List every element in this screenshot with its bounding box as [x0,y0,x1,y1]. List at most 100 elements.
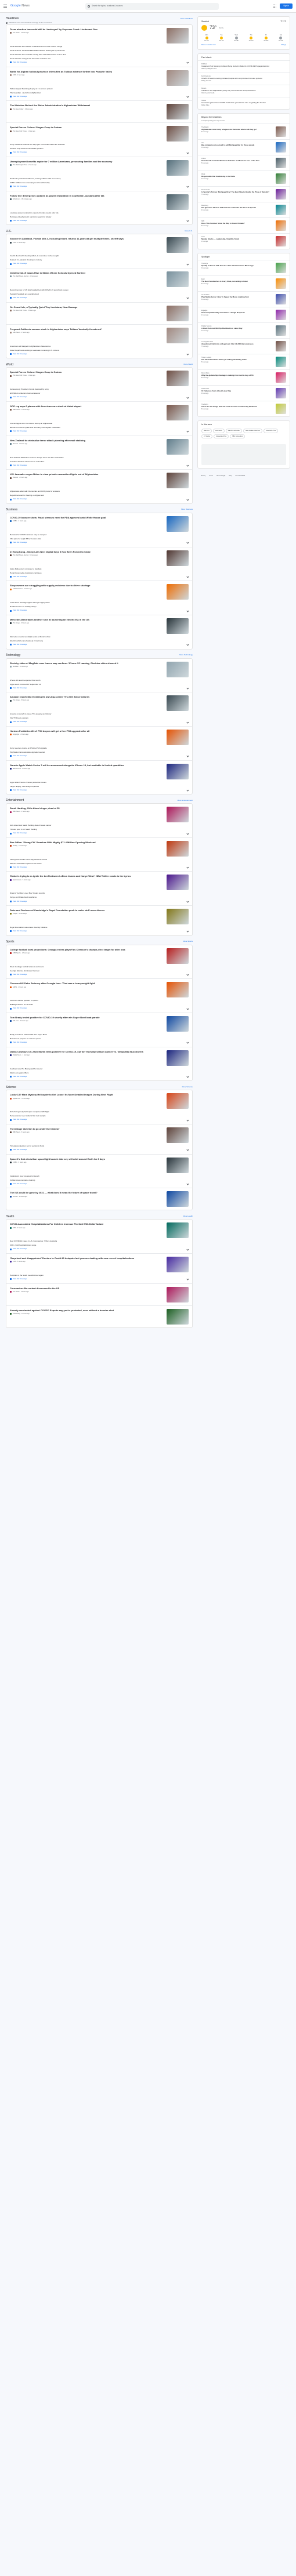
story-thumbnail[interactable] [167,948,189,964]
story-thumbnail[interactable] [167,1191,189,1207]
spotlight-item[interactable]: Smithsonian 10 Fabulous Facts About Labor… [198,384,290,401]
lead-story[interactable]: Already vaccinated against COVID? Expert… [10,1308,189,1325]
related-story[interactable]: Perseverance rover collects first rock s… [10,1115,189,1117]
chevron-down-icon[interactable] [186,789,189,792]
related-story[interactable]: CDC: child hospitalizations surge [10,1244,189,1246]
story-thumbnail[interactable] [167,840,189,857]
chevron-down-icon[interactable] [186,609,189,612]
full-coverage-link[interactable]: View Full Coverage [10,464,27,467]
related-story[interactable]: 'Shang-Chi' breaks Labor Day weekend rec… [10,858,189,861]
story-thumbnail[interactable] [167,28,189,43]
related-story[interactable]: NASA's Ingenuity helicopter completes 12… [10,1111,189,1113]
section-more-link[interactable]: More Entertainment [178,799,193,802]
chevron-down-icon[interactable] [186,866,189,869]
chevron-down-icon[interactable] [186,575,189,578]
chevron-down-icon[interactable] [186,95,189,98]
spotlight-item[interactable]: Engadget How Computationally Constant Is … [198,306,290,322]
beyond-headlines-item[interactable]: Axios Nubyle Stocks — Leadership, Volatil… [198,233,290,249]
story-thumbnail[interactable] [167,126,189,142]
related-story[interactable]: State Department working to evacuate rem… [10,349,189,351]
related-story[interactable]: Boosters for COVID vaccines may be delay… [10,534,189,536]
story-headline[interactable]: New Zealand to criminalize terror attack… [10,439,163,442]
lead-story[interactable]: Special Forces Colonel Stages Coup in Gu… [10,126,189,142]
beyond-headlines-item[interactable]: Wired Responsible that fundraising is for… [198,170,290,186]
beyond-headlines-item[interactable]: Politico How the US created a Worker in K… [198,155,290,170]
related-story[interactable]: Record number of US kids hospitalized wi… [10,289,189,291]
weather-change-link[interactable]: Change [281,44,286,46]
footer-link[interactable]: Privacy [201,475,205,477]
local-chip[interactable]: Greenwich Time [263,429,279,433]
related-story[interactable]: Bulldogs hold on for 10-3 win [10,1003,189,1006]
full-coverage-link[interactable]: View Full Coverage [10,219,27,222]
lead-story[interactable]: Shooter in Lakeland, Florida kills 4, in… [10,237,189,253]
related-story[interactable]: Charter flights with US citizens held up… [10,422,189,425]
lead-story[interactable]: Child Covid-19 Cases Rise in States Wher… [10,271,189,287]
lead-story[interactable]: Coronavirus Mu variant discovered in the… [10,1286,189,1302]
section-title[interactable]: U.S. [6,230,12,234]
story-thumbnail[interactable] [167,875,189,891]
related-story[interactable]: Apple event rumored for September 14 [10,683,189,685]
local-chip[interactable]: NBC Connecticut [230,434,246,438]
related-story[interactable]: Cowboys lose Pro Bowl guard for opener [10,1068,189,1070]
related-story[interactable]: Pandemic jobless benefits end, leaving m… [10,177,189,180]
related-story[interactable]: Texas Tribune: Texas Heartbeat Bill coul… [10,49,189,52]
story-thumbnail[interactable] [167,237,189,253]
related-story[interactable]: Civilian crew completes training [10,1179,189,1181]
section-more-link[interactable]: More U.S. [185,230,193,233]
lead-story[interactable]: 'Drake is trying to re-ignite the beef b… [10,875,189,891]
related-story[interactable]: Taliban appeal Resisting deeply at it to… [10,88,189,90]
story-headline[interactable]: Unemployment benefits expire for 7 milli… [10,160,163,163]
fact-check-item[interactable]: Reuters Is Biden's new Afghanistan policy… [198,85,290,97]
story-headline[interactable]: Already vaccinated against COVID? Expert… [10,1309,163,1312]
spotlight-item[interactable]: Ars Technica Plex Media Server: How To Sp… [198,291,290,307]
full-coverage-link[interactable]: View Full Coverage [10,61,27,64]
related-story[interactable]: Marvel's first Asian superhero film soar… [10,862,189,865]
lead-story[interactable]: Battle for Afghan holdout province inten… [10,70,189,86]
lead-story[interactable]: Tom Brady tested positive for COVID-19 s… [10,1016,189,1032]
related-story[interactable]: Georgia defense dominates Clemson [10,970,189,972]
chevron-down-icon[interactable] [186,1119,189,1122]
related-story[interactable]: Texas abortion law clashed in dissenters… [10,45,189,48]
local-chip[interactable]: Local news [212,429,225,433]
story-headline[interactable]: Clemson HC Dabo Swinney after Georgia lo… [10,982,163,985]
chevron-down-icon[interactable] [186,541,189,544]
story-headline[interactable]: Horizon Forbidden West' PS4 buyers will … [10,730,163,732]
full-coverage-link[interactable]: View Full Coverage [10,263,27,265]
related-story[interactable]: Americans still trapped in Afghanistan s… [10,345,189,347]
chevron-down-icon[interactable] [186,61,189,64]
related-story[interactable]: Auckland attacker was known to authoriti… [10,460,189,463]
lead-story[interactable]: Sketchy video of MagSafe case leaves way… [10,661,189,677]
lead-story[interactable]: Threestage skeleton to go under the hamm… [10,1127,189,1144]
related-story[interactable]: Pediatric hospitals are overwhelmed [10,293,189,295]
story-headline[interactable]: The ISS could be gone by 2031 — what doe… [10,1191,163,1194]
chevron-down-icon[interactable] [186,185,189,188]
related-story[interactable]: Inspiration4 crew prepares for launch [10,1175,189,1177]
lead-story[interactable]: The Mistakes Behind the Biden Administra… [10,104,189,120]
search-input[interactable]: Search for topics, locations & sources [85,2,219,10]
related-story[interactable]: Hong Kong media crackdown continues [10,572,189,574]
apps-icon[interactable] [273,5,277,8]
full-coverage-link[interactable]: View Full Coverage [10,430,27,433]
full-coverage-link[interactable]: View Full Coverage [10,754,27,757]
section-title[interactable]: Sports [6,940,14,944]
story-headline[interactable]: 'Surprised and disappointed' Doctors in … [10,1257,163,1260]
related-story[interactable]: iPhone 13 launch expected this month [10,679,189,681]
story-thumbnail[interactable] [167,104,189,120]
story-headline[interactable]: Duke and Duchess of Cambridge's Royal Fo… [10,909,163,912]
related-story[interactable]: Week 1 college football winners and lose… [10,966,189,968]
spotlight-item[interactable]: Los Angeles Times Abandoned California co… [198,338,290,354]
story-thumbnail[interactable] [167,618,189,634]
related-story[interactable]: Guinea coup: President Conde detained by… [10,388,189,390]
chevron-down-icon[interactable] [186,396,189,399]
story-thumbnail[interactable] [167,271,189,287]
related-story[interactable]: New COVID-19 cases in US, Coronavirus: 7… [10,1240,189,1242]
weather-more-link[interactable]: More on weather.com [201,44,216,46]
story-headline[interactable]: Sketchy video of MagSafe case leaves way… [10,662,163,665]
beyond-headlines-item[interactable]: The Atlantic Afghanistan: How many refuge… [198,124,290,139]
chevron-down-icon[interactable] [186,643,189,646]
lead-story[interactable]: Dallas Cowboys OC Zach Martin tests posi… [10,1050,189,1066]
chevron-down-icon[interactable] [186,151,189,154]
chevron-down-icon[interactable] [186,832,189,835]
story-headline[interactable]: Mercedes-Benz takes another shot at laun… [10,618,163,621]
story-headline[interactable]: Tom Brady tested positive for COVID-19 s… [10,1016,163,1019]
